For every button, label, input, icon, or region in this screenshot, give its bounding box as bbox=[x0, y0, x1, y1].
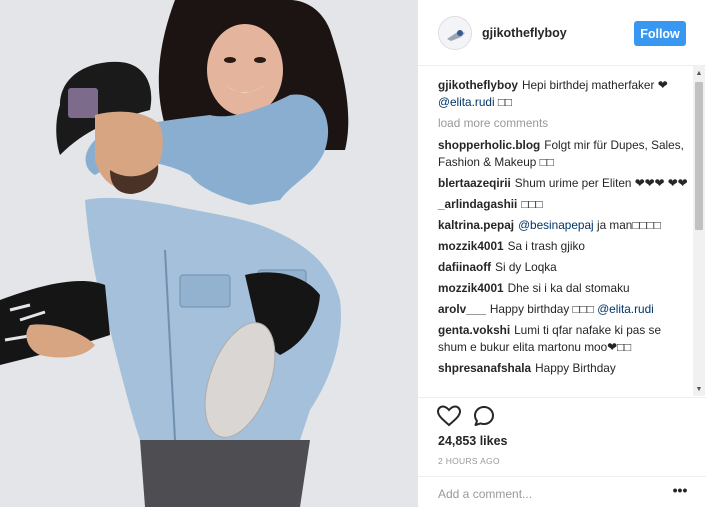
comment-text: Hepi birthdej matherfaker ❤ bbox=[521, 78, 668, 92]
comment-item: kaltrina.pepaj @besinapepaj ja man□□□□ bbox=[438, 217, 690, 234]
comment-item: gjikotheflyboy Hepi birthdej matherfaker … bbox=[438, 77, 690, 111]
comment-text: Shum urime per Eliten ❤❤❤ ❤❤ bbox=[514, 176, 688, 190]
comment-mention[interactable]: @elita.rudi bbox=[597, 302, 654, 316]
comment-mention[interactable]: @elita.rudi bbox=[438, 95, 495, 109]
comment-item: shopperholic.blog Folgt mir für Dupes, Sa… bbox=[438, 137, 690, 171]
comment-item: _arlindagashii □□□ bbox=[438, 196, 690, 213]
follow-button[interactable]: Follow bbox=[634, 21, 686, 46]
comment-text-tail: ja man□□□□ bbox=[593, 218, 661, 232]
comment-user[interactable]: _arlindagashii bbox=[438, 197, 517, 211]
comment-item: mozzik4001 Dhe si i ka dal stomaku bbox=[438, 280, 690, 297]
comment-mention[interactable]: @besinapepaj bbox=[518, 218, 594, 232]
comment-user[interactable]: mozzik4001 bbox=[438, 239, 504, 253]
add-comment-bar: ••• bbox=[418, 476, 706, 507]
comments-list[interactable]: gjikotheflyboy Hepi birthdej matherfaker … bbox=[418, 66, 706, 396]
comment-text: □□□ bbox=[521, 197, 543, 211]
comment-user[interactable]: kaltrina.pepaj bbox=[438, 218, 514, 232]
comment-text: Dhe si i ka dal stomaku bbox=[507, 281, 630, 295]
post-sidebar: gjikotheflyboy Follow gjikotheflyboy Hepi… bbox=[417, 0, 706, 507]
comment-user[interactable]: gjikotheflyboy bbox=[438, 78, 518, 92]
avatar[interactable] bbox=[438, 16, 472, 50]
more-options-button[interactable]: ••• bbox=[670, 483, 690, 499]
heart-outline-icon[interactable] bbox=[436, 404, 462, 428]
comment-text: Happy birthday □□□ bbox=[489, 302, 594, 316]
comment-item: arolv___ Happy birthday □□□ @elita.rudi bbox=[438, 301, 690, 318]
post-username[interactable]: gjikotheflyboy bbox=[482, 26, 567, 40]
comment-item: blertaazeqirii Shum urime per Eliten ❤❤❤ … bbox=[438, 175, 690, 192]
comment-item: dafiinaoff Si dy Loqka bbox=[438, 259, 690, 276]
comment-user[interactable]: blertaazeqirii bbox=[438, 176, 511, 190]
instagram-post-modal: gjikotheflyboy Follow gjikotheflyboy Hepi… bbox=[0, 0, 706, 507]
speech-bubble-icon[interactable] bbox=[472, 404, 496, 428]
comment-text: Si dy Loqka bbox=[495, 260, 557, 274]
triangle-down-icon[interactable]: ▼ bbox=[693, 382, 705, 396]
likes-count[interactable]: 24,853 likes bbox=[438, 434, 508, 448]
comments-scrollbar[interactable]: ▲ ▼ bbox=[693, 66, 705, 396]
post-timestamp: 2 HOURS AGO bbox=[438, 456, 500, 466]
comment-user[interactable]: shpresanafshala bbox=[438, 361, 531, 375]
comment-item: shpresanafshala Happy Birthday bbox=[438, 360, 690, 377]
comment-user[interactable]: arolv___ bbox=[438, 302, 486, 316]
comment-text: Sa i trash gjiko bbox=[507, 239, 585, 253]
comment-user[interactable]: dafiinaoff bbox=[438, 260, 491, 274]
comment-user[interactable]: mozzik4001 bbox=[438, 281, 504, 295]
comment-user[interactable]: shopperholic.blog bbox=[438, 138, 540, 152]
avatar-image-icon bbox=[439, 17, 471, 49]
photo-illustration bbox=[0, 0, 417, 507]
post-photo[interactable] bbox=[0, 0, 417, 507]
comment-item: mozzik4001 Sa i trash gjiko bbox=[438, 238, 690, 255]
comment-item: genta.vokshi Lumi ti qfar nafake ki pas s… bbox=[438, 322, 690, 356]
comment-text: Happy Birthday bbox=[535, 361, 616, 375]
scrollbar-thumb[interactable] bbox=[695, 82, 703, 230]
load-more-comments-link[interactable]: load more comments bbox=[438, 115, 690, 132]
comment-text-tail: □□ bbox=[494, 95, 513, 109]
triangle-up-icon[interactable]: ▲ bbox=[693, 66, 705, 80]
comment-user[interactable]: genta.vokshi bbox=[438, 323, 510, 337]
post-actions: 24,853 likes 2 HOURS AGO bbox=[418, 397, 706, 471]
post-header: gjikotheflyboy Follow bbox=[418, 0, 706, 66]
add-comment-input[interactable] bbox=[438, 486, 658, 502]
